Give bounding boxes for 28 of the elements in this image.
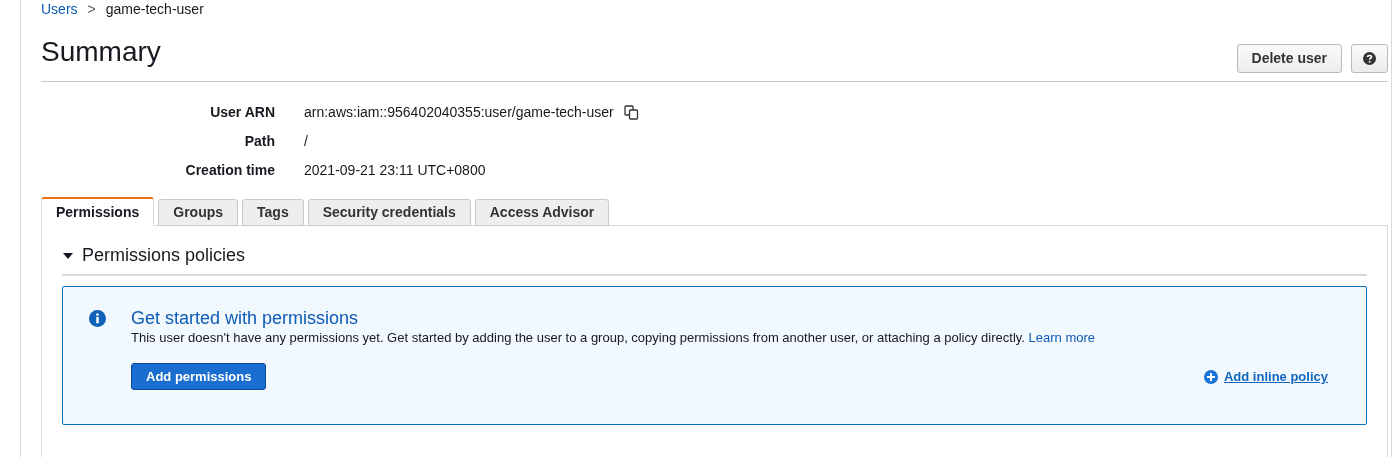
tab[interactable]: Tags xyxy=(242,199,304,226)
breadcrumb-link[interactable]: Users xyxy=(41,0,78,20)
info-title: Get started with permissions xyxy=(131,307,360,329)
breadcrumb-current: game-tech-user xyxy=(105,0,204,19)
add-inline-policy-link[interactable]: Add inline policy xyxy=(1204,366,1328,387)
info-icon xyxy=(89,310,106,327)
breadcrumb-separator: > xyxy=(87,0,96,19)
tab[interactable]: Security credentials xyxy=(307,199,471,226)
caret-icon[interactable] xyxy=(62,251,74,260)
delete-user-button[interactable]: Delete user xyxy=(1236,44,1342,73)
detail-value: / xyxy=(304,132,308,151)
detail-value: arn:aws:iam::956402040355:user/game-tech-user xyxy=(304,103,614,122)
detail-label: User ARN xyxy=(209,103,275,122)
learn-more-link[interactable]: Learn more xyxy=(1028,330,1096,345)
detail-label: Path xyxy=(243,132,275,151)
detail-value: 2021-09-21 23:11 UTC+0800 xyxy=(304,161,486,180)
copy-icon[interactable] xyxy=(623,105,639,120)
tab[interactable]: Groups xyxy=(158,199,239,226)
page-title: Summary xyxy=(41,38,161,69)
help-button[interactable] xyxy=(1351,44,1388,73)
info-message: This user doesn't have any permissions yet. Get started by adding the user to a group, copying permissions from another user, or attaching a policy directly. Learn more xyxy=(131,329,1097,347)
tab[interactable]: Access Advisor xyxy=(474,199,610,226)
detail-label: Creation time xyxy=(184,161,275,180)
plus-circle-icon xyxy=(1204,369,1218,384)
add-permissions-button[interactable]: Add permissions xyxy=(131,363,267,390)
section-title[interactable]: Permissions policies xyxy=(82,242,246,269)
help-icon xyxy=(1363,52,1376,65)
tab[interactable]: Permissions xyxy=(41,197,155,226)
